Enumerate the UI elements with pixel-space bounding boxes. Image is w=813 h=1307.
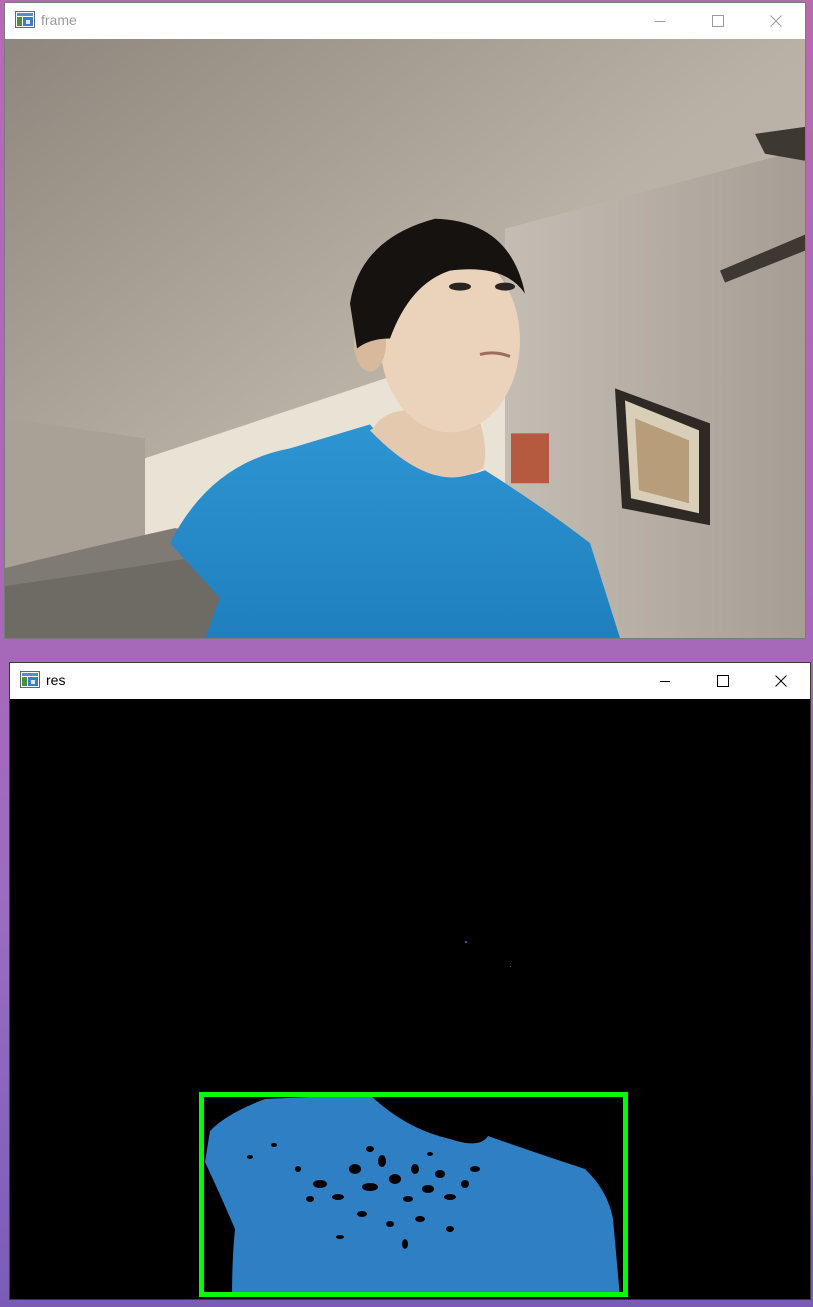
detection-bounding-box [199, 1092, 628, 1297]
minimize-icon [655, 20, 665, 22]
close-button[interactable] [747, 3, 805, 38]
close-button[interactable] [752, 663, 810, 698]
minimize-button[interactable] [631, 3, 689, 38]
close-icon [775, 674, 787, 687]
res-window[interactable]: res [9, 662, 811, 1300]
res-titlebar[interactable]: res [10, 663, 810, 698]
frame-titlebar[interactable]: frame [5, 3, 805, 38]
window-title: frame [41, 12, 77, 28]
mask-result-view [10, 699, 810, 1299]
opencv-window-icon [20, 671, 40, 688]
frame-window[interactable]: frame [4, 2, 806, 639]
minimize-icon [660, 680, 670, 682]
webcam-scene [5, 39, 805, 638]
maximize-button[interactable] [689, 3, 747, 38]
webcam-feed [5, 39, 805, 638]
window-title: res [46, 672, 66, 688]
opencv-window-icon [15, 11, 35, 28]
maximize-icon [717, 674, 729, 687]
minimize-button[interactable] [636, 663, 694, 698]
maximize-icon [712, 14, 724, 27]
close-icon [770, 14, 782, 27]
maximize-button[interactable] [694, 663, 752, 698]
